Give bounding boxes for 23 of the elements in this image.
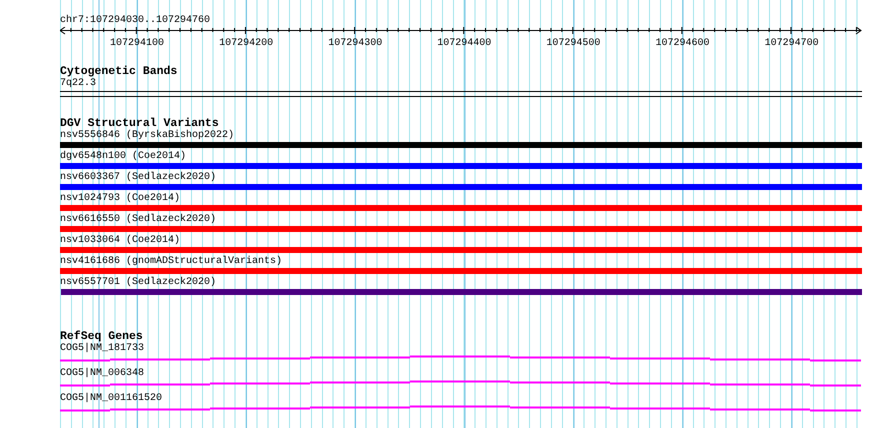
tick-label: 107294400 [437,38,492,49]
band-label: 7q22.3 [60,78,96,90]
transcript-label: COG5|NM_001161520 [60,393,162,405]
variant-label: dgv6548n100 (Coe2014) [60,151,186,163]
region-title: chr7:107294030..107294760 [60,15,210,27]
track-title: DGV Structural Variants [60,118,219,130]
variant-label: nsv6616550 (Sedlazeck2020) [60,214,216,226]
tick-label: 107294300 [328,38,382,49]
tick-label: 107294100 [110,38,164,49]
variant-label: nsv1033064 (Coe2014) [60,235,180,247]
variant-label: nsv4161686 (gnomADStructuralVariants) [60,256,282,268]
variant-label: nsv6557701 (Sedlazeck2020) [60,277,216,289]
track-title: RefSeq Genes [60,331,143,343]
tick-label: 107294600 [656,38,710,49]
variant-label: nsv6603367 (Sedlazeck2020) [60,172,216,184]
tick-label: 107294200 [219,38,274,49]
tick-label: 107294700 [764,38,819,49]
transcript-label: COG5|NM_006348 [60,368,144,380]
variant-label: nsv1024793 (Coe2014) [60,193,180,205]
transcript-label: COG5|NM_181733 [60,343,144,355]
variant-label: nsv5556846 (ByrskaBishop2022) [60,130,234,142]
track-title: Cytogenetic Bands [60,66,178,78]
tick-label: 107294500 [546,38,600,49]
